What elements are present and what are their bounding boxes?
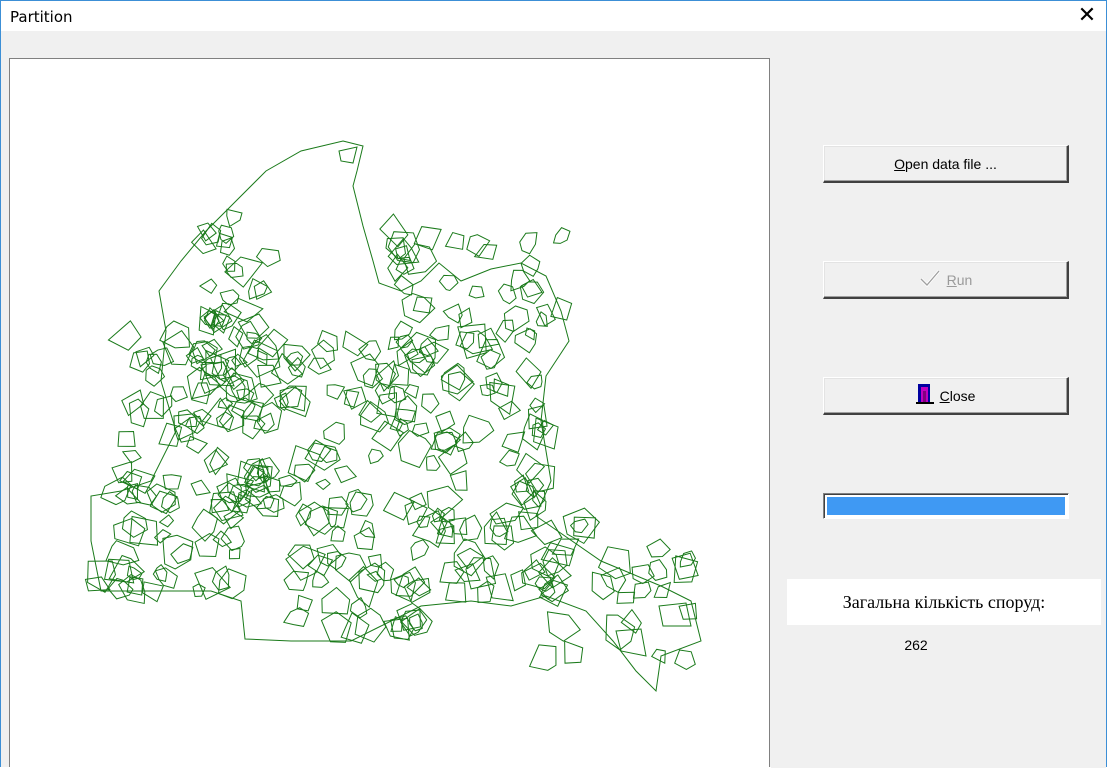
total-buildings-label: Загальна кількість споруд:	[787, 579, 1101, 625]
close-icon[interactable]: ✕	[1074, 4, 1100, 28]
door-exit-icon	[915, 383, 934, 408]
window-title: Partition	[10, 8, 73, 26]
partition-map	[84, 140, 702, 693]
close-button[interactable]: Close	[823, 377, 1069, 415]
check-icon	[919, 269, 941, 290]
control-panel: Open data file ... Run Close Загальна кі…	[771, 31, 1106, 768]
open-data-file-label: Open data file ...	[894, 155, 997, 172]
progress-fill	[827, 497, 1065, 515]
open-data-file-button[interactable]: Open data file ...	[823, 145, 1069, 183]
close-label: Close	[939, 387, 976, 404]
title-bar: Partition ✕	[1, 1, 1106, 31]
progress-bar	[823, 493, 1069, 519]
total-buildings-count: 262	[904, 637, 928, 653]
run-button[interactable]: Run	[823, 261, 1069, 299]
partition-window: Partition ✕ Open data file ... Run Close…	[0, 0, 1107, 768]
map-canvas	[9, 58, 770, 767]
run-label: Run	[946, 271, 973, 288]
